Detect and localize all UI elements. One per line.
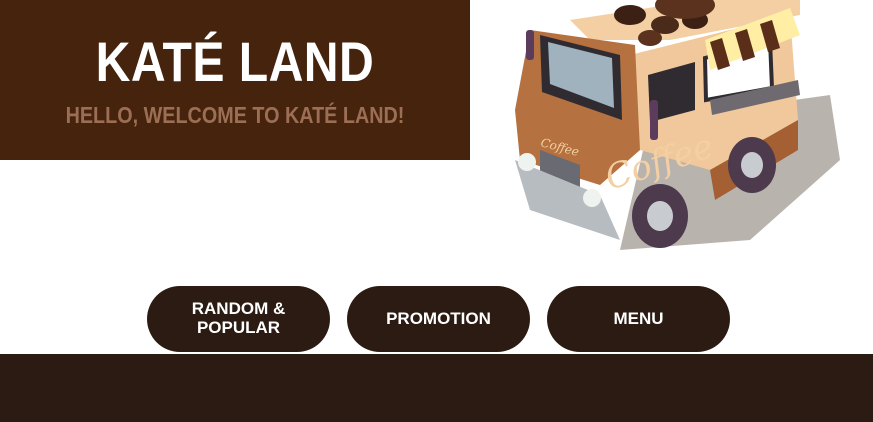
menu-button[interactable]: MENU	[547, 286, 730, 352]
hero-banner: KATÉ LAND HELLO, WELCOME TO KATÉ LAND!	[0, 0, 470, 160]
truck-front-wheel	[632, 184, 688, 248]
truck-rear-wheel	[728, 137, 776, 193]
page-title: KATÉ LAND	[95, 29, 375, 93]
coffee-truck-illustration: Coffee Coffee	[515, 0, 840, 250]
footer-bar	[0, 354, 873, 422]
main-navigation: RANDOM & POPULAR PROMOTION MENU	[147, 286, 730, 352]
promotion-button[interactable]: PROMOTION	[347, 286, 530, 352]
random-popular-button[interactable]: RANDOM & POPULAR	[147, 286, 330, 352]
welcome-subtitle: HELLO, WELCOME TO KATÉ LAND!	[65, 101, 405, 128]
